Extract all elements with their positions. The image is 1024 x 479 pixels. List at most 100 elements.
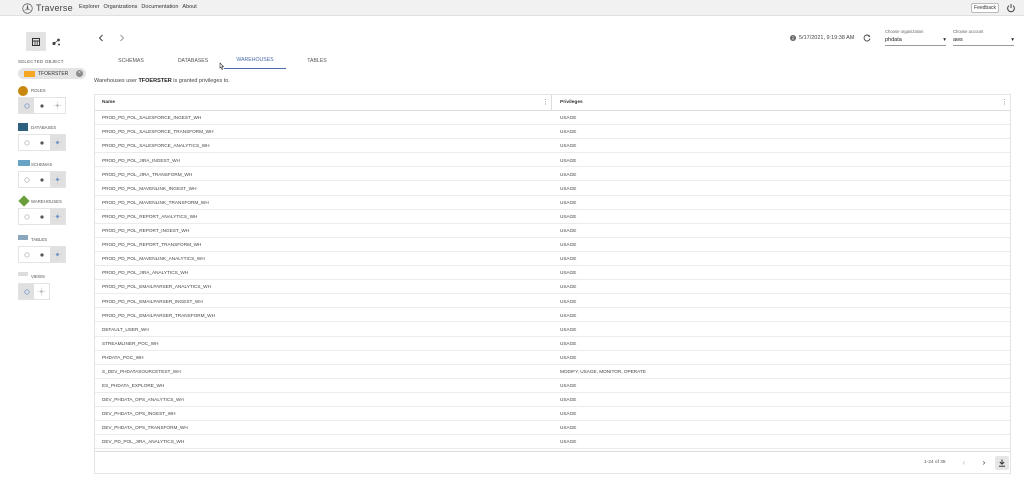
display-mode-tables — [18, 246, 66, 263]
table-row[interactable]: S_DEV_PHDATASOURCETEST_WH MODIFY, USAGE, … — [95, 365, 1010, 379]
hidden-mode-icon[interactable] — [19, 247, 34, 262]
warehouse-name-cell: PROD_PD_POL_REPORT_ANALYTICS_WH — [102, 213, 198, 219]
table-row[interactable]: PROD_PD_POL_MAVENLINK_TRANSFORM_WH USAGE — [95, 196, 1010, 210]
selected-object-chip[interactable]: TFOERSTER × — [18, 68, 86, 79]
warehouse-name-cell: STREAMLINER_POC_WH — [102, 340, 159, 346]
expanded-mode-icon[interactable] — [50, 98, 65, 113]
hidden-mode-icon[interactable] — [19, 135, 34, 150]
expanded-mode-icon[interactable] — [49, 209, 65, 224]
forward-arrow-icon[interactable] — [118, 34, 126, 42]
legend-swatch-views — [18, 272, 28, 276]
table-row[interactable]: DEFAULT_USER_WH USAGE — [95, 322, 1010, 337]
table-row[interactable]: PROD_PD_POL_SALESFORCE_TRANSFORM_WH USAGE — [95, 125, 1010, 140]
expanded-mode-icon[interactable] — [49, 135, 65, 150]
table-row[interactable]: PROD_PD_POL_EMAILPARSER_INGEST_WH USAGE — [95, 294, 1010, 309]
legend-swatch-warehouses — [18, 195, 30, 207]
column-header-name[interactable]: Name — [102, 100, 115, 105]
account-select[interactable]: Choose account aws ▾ — [953, 29, 1014, 46]
table-view-button[interactable] — [26, 32, 46, 51]
warehouse-name-cell: PHDATA_POC_WH — [102, 354, 144, 360]
display-mode-databases — [18, 134, 66, 151]
warehouse-name-cell: PROD_PD_POL_JIRA_TRANSFORM_WH — [102, 171, 193, 177]
table-row[interactable]: PROD_PD_POL_EMAILPARSER_ANALYTICS_WH USAG… — [95, 280, 1010, 295]
table-row[interactable]: PROD_PD_POL_SALESFORCE_ANALYTICS_WH USAGE — [95, 139, 1010, 154]
table-row[interactable]: ES_PHDATA_EXPLORE_WH USAGE — [95, 379, 1010, 393]
table-row[interactable]: PROD_PD_POL_JIRA_INGEST_WH USAGE — [95, 153, 1010, 168]
expanded-mode-icon[interactable] — [49, 172, 65, 187]
nav-explorer[interactable]: Explorer — [79, 4, 99, 10]
table-row[interactable]: PROD_PD_POL_JIRA_ANALYTICS_WH USAGE — [95, 266, 1010, 281]
hidden-mode-icon[interactable] — [19, 209, 34, 224]
table-row[interactable]: PHDATA_POC_WH USAGE — [95, 351, 1010, 365]
app-name: Traverse — [36, 3, 73, 13]
table-row[interactable]: PROD_PD_POL_REPORT_INGEST_WH USAGE — [95, 224, 1010, 238]
dot-mode-icon[interactable] — [34, 247, 49, 262]
table-row[interactable]: DEV_PHDATA_OPS_TRANSFORM_WH USAGE — [95, 421, 1010, 436]
privileges-cell: USAGE — [560, 284, 577, 290]
dot-mode-icon[interactable] — [34, 172, 49, 187]
warehouse-name-cell: DEV_PD_POL_JIRA_ANALYTICS_WH — [102, 439, 185, 445]
privileges-cell: USAGE — [560, 270, 577, 276]
table-row[interactable]: PROD_PD_POL_MAVENLINK_INGEST_WH USAGE — [95, 181, 1010, 196]
column-menu-icon[interactable]: ⋮ — [1001, 98, 1008, 106]
dot-mode-icon[interactable] — [34, 135, 49, 150]
privileges-cell: USAGE — [560, 171, 577, 177]
privileges-cell: USAGE — [560, 326, 577, 332]
expanded-mode-icon[interactable] — [34, 284, 49, 299]
tab-warehouses[interactable]: WAREHOUSES — [224, 52, 286, 69]
table-row[interactable]: DEV_PD_POL_JIRA_ANALYTICS_WH USAGE — [95, 435, 1010, 450]
warehouse-name-cell: PROD_PD_POL_SALESFORCE_TRANSFORM_WH — [102, 129, 214, 135]
grants-description: Warehouses user TFOERSTER is granted pri… — [94, 78, 230, 84]
tab-schemas[interactable]: SCHEMAS — [100, 52, 162, 69]
display-mode-roles — [18, 97, 66, 114]
app-logo[interactable]: Traverse — [22, 2, 73, 14]
organization-select[interactable]: Choose organization phdata ▾ — [885, 29, 946, 46]
clear-selection-icon[interactable]: × — [76, 70, 83, 77]
dot-mode-icon[interactable] — [34, 209, 49, 224]
table-row[interactable]: DEV_PHDATA_OPS_ANALYTICS_WH USAGE — [95, 393, 1010, 407]
table-row[interactable]: PROD_PD_POL_EMAILPARSER_TRANSFORM_WH USAG… — [95, 308, 1010, 323]
nav-about[interactable]: About — [182, 4, 196, 10]
timestamp-display: 5/17/2021, 9:19:38 AM — [790, 35, 854, 41]
previous-page-icon[interactable]: ‹ — [959, 458, 969, 468]
tab-tables[interactable]: TABLES — [286, 52, 348, 69]
expanded-mode-icon[interactable] — [49, 247, 65, 262]
table-row[interactable]: PROD_PD_POL_REPORT_TRANSFORM_WH USAGE — [95, 238, 1010, 252]
warehouse-name-cell: PROD_PD_POL_EMAILPARSER_TRANSFORM_WH — [102, 312, 215, 318]
privileges-table: Name ⋮ Privileges ⋮ PROD_PD_POL_SALESFOR… — [94, 94, 1011, 474]
table-row[interactable]: PROD_PD_POL_SALESFORCE_INGEST_WH USAGE — [95, 111, 1010, 126]
table-row[interactable]: PROD_PD_POL_REPORT_ANALYTICS_WH USAGE — [95, 210, 1010, 224]
legend-label-schemas: SCHEMAS — [31, 162, 53, 167]
mouse-cursor-icon — [219, 62, 225, 70]
column-header-privileges[interactable]: Privileges — [560, 100, 583, 105]
warehouse-name-cell: PROD_PD_POL_JIRA_INGEST_WH — [102, 157, 180, 163]
next-page-icon[interactable]: › — [979, 458, 989, 468]
back-arrow-icon[interactable] — [97, 34, 105, 42]
refresh-icon[interactable] — [863, 34, 871, 42]
privileges-cell: USAGE — [560, 157, 577, 163]
privileges-cell: USAGE — [560, 242, 577, 248]
nav-organizations[interactable]: Organizations — [103, 4, 137, 10]
legend-swatch-databases — [18, 123, 28, 131]
feedback-button[interactable]: Feedback — [971, 3, 999, 13]
warehouse-name-cell: PROD_PD_POL_REPORT_TRANSFORM_WH — [102, 242, 202, 248]
hidden-mode-icon[interactable] — [19, 172, 34, 187]
dot-mode-icon[interactable] — [34, 98, 49, 113]
table-row[interactable]: DEV_PHDATA_OPS_INGEST_WH USAGE — [95, 407, 1010, 422]
privileges-cell: USAGE — [560, 256, 577, 262]
hidden-mode-icon[interactable] — [19, 284, 34, 299]
legend-label-tables: TABLES — [31, 237, 48, 242]
privileges-cell: USAGE — [560, 340, 577, 346]
graph-view-button[interactable] — [46, 32, 66, 51]
nav-documentation[interactable]: Documentation — [141, 4, 178, 10]
tab-databases[interactable]: DATABASES — [162, 52, 224, 69]
privileges-cell: USAGE — [560, 383, 577, 389]
table-row[interactable]: STREAMLINER_POC_WH USAGE — [95, 337, 1010, 351]
download-button[interactable] — [995, 456, 1009, 470]
column-menu-icon[interactable]: ⋮ — [542, 98, 549, 106]
hidden-mode-icon[interactable] — [19, 98, 35, 113]
table-row[interactable]: PROD_PD_POL_JIRA_TRANSFORM_WH USAGE — [95, 167, 1010, 182]
table-row[interactable]: PROD_PD_POL_MAVENLINK_ANALYTICS_WH USAGE — [95, 252, 1010, 267]
power-icon[interactable] — [1006, 3, 1016, 13]
graph-icon — [51, 38, 60, 45]
